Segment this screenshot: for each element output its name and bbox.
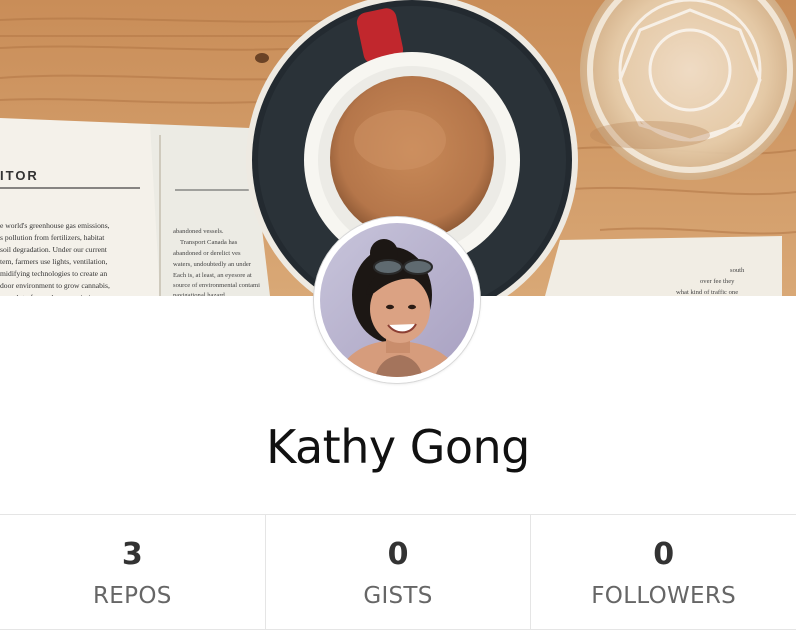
book-line: what kind of traffic one [676,289,738,296]
avatar [314,217,480,383]
stat-gists[interactable]: 0 GISTS [264,515,531,630]
followers-label: FOLLOWERS [591,583,737,609]
book-line: source of environmental contami [173,282,260,289]
book-line: waters, undoubtedly an under [173,261,252,268]
book-line: abandoned vessels. [173,228,224,235]
profile-card: ITOR e world's greenhouse gas emissions,… [0,0,796,630]
book-line: soil degradation. Under our current [0,245,108,254]
gists-count: 0 [387,537,409,572]
repos-count: 3 [121,537,143,572]
stats-bar: 3 REPOS 0 GISTS 0 FOLLOWERS [0,514,796,630]
book-line: ses a lot of greenhouse emissions. [0,293,103,296]
book-line: south [730,267,745,274]
gists-label: GISTS [363,583,433,609]
profile-name: Kathy Gong [266,420,530,474]
stat-repos[interactable]: 3 REPOS [0,515,265,630]
book-line: midifying technologies to create an [0,269,107,278]
book-line: navigational hazard. [173,292,227,296]
book-line: tem, farmers use lights, ventilation, [0,257,107,266]
book-line: Each is, at least, an eyesore at [173,272,252,279]
avatar-photo [314,217,480,383]
stat-followers[interactable]: 0 FOLLOWERS [530,515,796,630]
repos-label: REPOS [93,583,172,609]
book-line: door environment to grow cannabis, [0,281,110,290]
book-line: Transport Canada has [180,239,238,246]
book-line: abandoned or derelict ves [173,250,241,257]
book-heading: ITOR [0,168,39,183]
book-line: s pollution from fertilizers, habitat [0,233,105,242]
book-line: over fee they [700,278,735,285]
book-line: e world's greenhouse gas emissions, [0,221,110,230]
followers-count: 0 [653,537,675,572]
